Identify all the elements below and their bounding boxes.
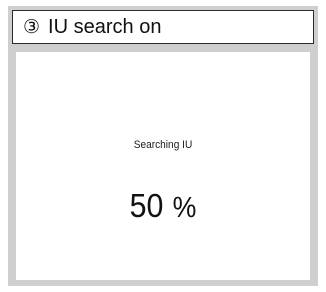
status-text: Searching IU (133, 139, 193, 151)
progress-unit: % (172, 192, 197, 224)
progress-readout: 50% (28, 187, 298, 225)
progress-value: 50 (129, 187, 164, 224)
dialog-panel: ③ IU search on Searching IU 50% (8, 6, 318, 286)
title-bar: ③ IU search on (12, 10, 314, 44)
step-number: ③ (23, 16, 41, 38)
page-title: IU search on (48, 16, 162, 38)
display-screen: Searching IU 50% (16, 52, 310, 280)
